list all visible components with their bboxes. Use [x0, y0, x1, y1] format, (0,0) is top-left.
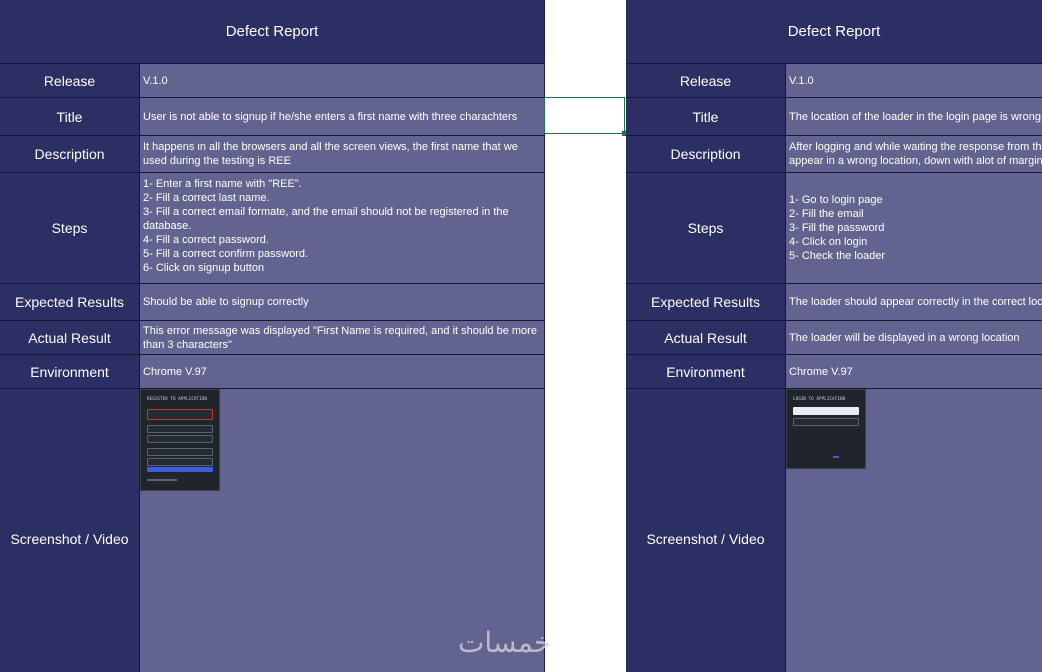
row-steps: Steps 1- Enter a first name with "REE". …	[0, 173, 544, 284]
label-title[interactable]: Title	[626, 98, 786, 135]
value-actual[interactable]: This error message was displayed "First …	[140, 321, 544, 354]
label-release[interactable]: Release	[0, 64, 140, 97]
label-screenshot[interactable]: Screenshot / Video	[0, 389, 140, 672]
row-description: Description After logging and while wait…	[626, 136, 1042, 173]
value-steps[interactable]: 1- Enter a first name with "REE". 2- Fil…	[140, 173, 544, 283]
password-field-thumb	[147, 448, 213, 456]
report-header[interactable]: Defect Report	[0, 0, 544, 64]
value-actual[interactable]: The loader will be displayed in a wrong …	[786, 321, 1042, 354]
value-steps[interactable]: 1- Go to login page 2- Fill the email 3-…	[786, 173, 1042, 283]
loader-thumb	[833, 456, 839, 458]
row-actual: Actual Result This error message was dis…	[0, 321, 544, 355]
row-title: Title The location of the loader in the …	[626, 98, 1042, 136]
label-actual[interactable]: Actual Result	[626, 321, 786, 354]
label-expected[interactable]: Expected Results	[0, 284, 140, 320]
label-description[interactable]: Description	[626, 136, 786, 172]
label-environment[interactable]: Environment	[0, 355, 140, 388]
row-environment: Environment Chrome V.97	[626, 355, 1042, 389]
row-expected: Expected Results Should be able to signu…	[0, 284, 544, 321]
label-actual[interactable]: Actual Result	[0, 321, 140, 354]
thumbnail-title: LOGIN TO APPLICATION	[793, 396, 846, 401]
label-expected[interactable]: Expected Results	[626, 284, 786, 320]
last-name-field-thumb	[147, 425, 213, 433]
value-expected[interactable]: The loader should appear correctly in th…	[786, 284, 1042, 320]
first-name-field-thumb	[147, 409, 213, 420]
row-release: Release V.1.0	[0, 64, 544, 98]
value-release[interactable]: V.1.0	[786, 64, 1042, 97]
value-environment[interactable]: Chrome V.97	[140, 355, 544, 388]
row-title: Title User is not able to signup if he/s…	[0, 98, 544, 136]
defect-report-left: Defect Report Release V.1.0 Title User i…	[0, 0, 545, 672]
row-steps: Steps 1- Go to login page 2- Fill the em…	[626, 173, 1042, 284]
row-expected: Expected Results The loader should appea…	[626, 284, 1042, 321]
report-header[interactable]: Defect Report	[626, 0, 1042, 64]
watermark-logo: خمسات	[458, 626, 552, 659]
thumbnail-title: REGISTER TO APPLICATION	[147, 396, 207, 401]
value-description[interactable]: After logging and while waiting the resp…	[786, 136, 1042, 172]
label-description[interactable]: Description	[0, 136, 140, 172]
register-screenshot-thumbnail[interactable]: REGISTER TO APPLICATION	[140, 389, 220, 491]
value-title[interactable]: The location of the loader in the login …	[786, 98, 1042, 135]
row-release: Release V.1.0	[626, 64, 1042, 98]
confirm-password-field-thumb	[147, 458, 213, 466]
label-steps[interactable]: Steps	[0, 173, 140, 283]
email-field-thumb	[793, 407, 859, 415]
label-steps[interactable]: Steps	[626, 173, 786, 283]
row-environment: Environment Chrome V.97	[0, 355, 544, 389]
label-environment[interactable]: Environment	[626, 355, 786, 388]
value-description[interactable]: It happens in all the browsers and all t…	[140, 136, 544, 172]
signup-button-thumb	[147, 467, 213, 472]
value-environment[interactable]: Chrome V.97	[786, 355, 1042, 388]
thumb-footer-text	[147, 479, 177, 481]
label-release[interactable]: Release	[626, 64, 786, 97]
email-field-thumb	[147, 435, 213, 443]
defect-report-right: Defect Report Release V.1.0 Title The lo…	[626, 0, 1042, 672]
label-screenshot[interactable]: Screenshot / Video	[626, 389, 786, 672]
login-screenshot-thumbnail[interactable]: LOGIN TO APPLICATION	[786, 389, 866, 469]
password-field-thumb	[793, 418, 859, 426]
selected-cell[interactable]	[544, 97, 625, 134]
row-actual: Actual Result The loader will be display…	[626, 321, 1042, 355]
value-release[interactable]: V.1.0	[140, 64, 544, 97]
value-title[interactable]: User is not able to signup if he/she ent…	[140, 98, 544, 135]
value-expected[interactable]: Should be able to signup correctly	[140, 284, 544, 320]
row-description: Description It happens in all the browse…	[0, 136, 544, 173]
label-title[interactable]: Title	[0, 98, 140, 135]
